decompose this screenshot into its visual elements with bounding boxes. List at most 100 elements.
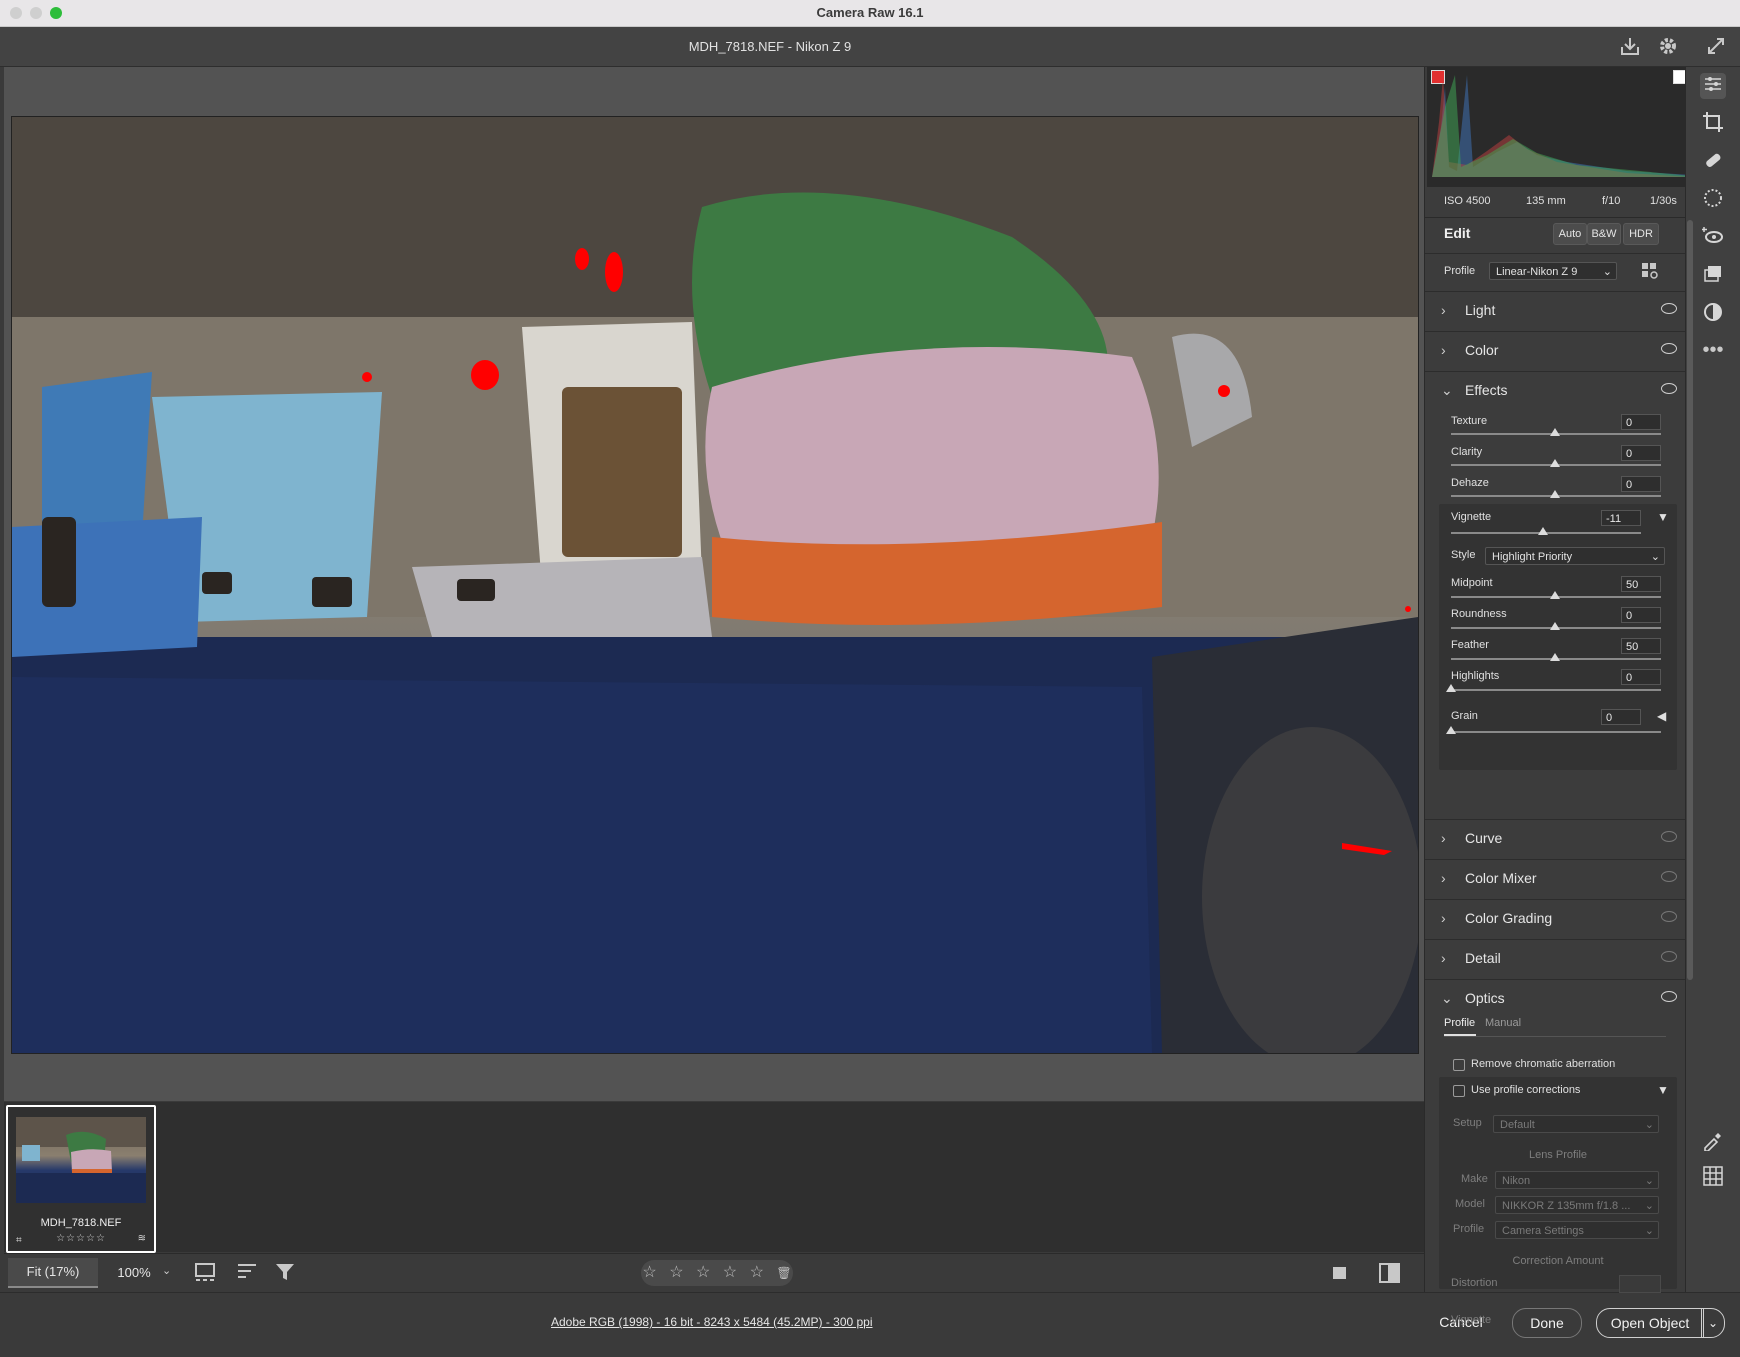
- expand-triangle-icon[interactable]: ◀: [1657, 709, 1666, 723]
- lens-profile-dropdown[interactable]: Camera Settings ⌄: [1495, 1221, 1659, 1239]
- histogram[interactable]: [1427, 67, 1699, 187]
- midpoint-thumb[interactable]: [1550, 591, 1560, 599]
- setup-dropdown[interactable]: Default ⌄: [1493, 1115, 1659, 1133]
- more-options-icon[interactable]: •••: [1700, 337, 1726, 363]
- roundness-value[interactable]: 0: [1621, 607, 1661, 623]
- dehaze-value[interactable]: 0: [1621, 476, 1661, 492]
- collapse-triangle-icon[interactable]: ▼: [1657, 1083, 1669, 1097]
- section-optics[interactable]: ⌄ Optics: [1425, 979, 1687, 1016]
- vignette-value[interactable]: -11: [1601, 510, 1641, 526]
- settings-gear-icon[interactable]: [1656, 35, 1680, 59]
- dehaze-thumb[interactable]: [1550, 490, 1560, 498]
- grid-overlay-icon[interactable]: [1700, 1165, 1726, 1191]
- optics-tab-manual[interactable]: Manual: [1485, 1017, 1521, 1029]
- midpoint-value[interactable]: 50: [1621, 576, 1661, 592]
- workflow-options-link[interactable]: Adobe RGB (1998) - 16 bit - 8243 x 5484 …: [551, 1315, 873, 1329]
- section-curve[interactable]: › Curve: [1425, 819, 1687, 856]
- roundness-thumb[interactable]: [1550, 622, 1560, 630]
- photo-preview[interactable]: [11, 116, 1419, 1054]
- slider-texture[interactable]: Texture 0: [1425, 411, 1687, 439]
- masking-icon[interactable]: [1700, 187, 1726, 213]
- red-eye-icon[interactable]: [1700, 225, 1726, 251]
- zoom-100-button[interactable]: 100%: [104, 1258, 164, 1288]
- profile-browser-icon[interactable]: [1641, 262, 1659, 280]
- done-button[interactable]: Done: [1512, 1308, 1582, 1338]
- optics-tab-profile[interactable]: Profile: [1444, 1017, 1475, 1029]
- visibility-eye-icon[interactable]: [1661, 911, 1677, 922]
- slider-clarity[interactable]: Clarity 0: [1425, 442, 1687, 470]
- grain-track[interactable]: [1451, 731, 1661, 733]
- fit-zoom-button[interactable]: Fit (17%): [8, 1258, 98, 1288]
- slider-grain[interactable]: Grain 0 ◀: [1439, 707, 1677, 737]
- feather-thumb[interactable]: [1550, 653, 1560, 661]
- make-dropdown[interactable]: Nikon ⌄: [1495, 1171, 1659, 1189]
- view-mode-icon[interactable]: [1330, 1263, 1350, 1283]
- remove-ca-checkbox[interactable]: [1453, 1059, 1465, 1071]
- before-after-icon[interactable]: [1378, 1262, 1402, 1284]
- hdr-button[interactable]: HDR: [1623, 223, 1659, 245]
- section-color-grading[interactable]: › Color Grading: [1425, 899, 1687, 936]
- edit-sliders-icon[interactable]: [1700, 73, 1726, 99]
- sort-icon[interactable]: [236, 1261, 260, 1285]
- texture-thumb[interactable]: [1550, 428, 1560, 436]
- collapse-triangle-icon[interactable]: ▼: [1657, 510, 1669, 524]
- grain-value[interactable]: 0: [1601, 709, 1641, 725]
- crop-rotate-icon[interactable]: [1700, 111, 1726, 137]
- profile-dropdown[interactable]: Linear-Nikon Z 9 ⌄: [1489, 262, 1617, 280]
- auto-button[interactable]: Auto: [1553, 223, 1587, 245]
- texture-value[interactable]: 0: [1621, 414, 1661, 430]
- model-dropdown[interactable]: NIKKOR Z 135mm f/1.8 ... ⌄: [1495, 1196, 1659, 1214]
- clarity-value[interactable]: 0: [1621, 445, 1661, 461]
- slider-roundness[interactable]: Roundness 0: [1439, 605, 1677, 633]
- distortion-value[interactable]: [1619, 1275, 1661, 1293]
- style-dropdown[interactable]: Highlight Priority ⌄: [1485, 547, 1665, 565]
- slider-midpoint[interactable]: Midpoint 50: [1439, 574, 1677, 602]
- thumbnail-rating[interactable]: ☆☆☆☆☆: [8, 1233, 154, 1244]
- slider-feather[interactable]: Feather 50: [1439, 636, 1677, 664]
- save-icon[interactable]: [1618, 35, 1642, 59]
- section-color[interactable]: › Color: [1425, 331, 1687, 368]
- vignette-thumb[interactable]: [1538, 527, 1548, 535]
- clarity-thumb[interactable]: [1550, 459, 1560, 467]
- fullscreen-icon[interactable]: [1704, 35, 1728, 59]
- section-color-mixer[interactable]: › Color Mixer: [1425, 859, 1687, 896]
- use-profile-corrections-checkbox[interactable]: [1453, 1085, 1465, 1097]
- filmstrip-view-icon[interactable]: [194, 1261, 218, 1285]
- color-sampler-icon[interactable]: [1700, 1129, 1726, 1155]
- highlights-value[interactable]: 0: [1621, 669, 1661, 685]
- slider-vignette[interactable]: Vignette -11 ▼: [1439, 508, 1677, 538]
- feather-value[interactable]: 50: [1621, 638, 1661, 654]
- edited-indicator-icon: ≋: [137, 1233, 146, 1244]
- healing-bandage-icon[interactable]: [1700, 149, 1726, 175]
- chevron-down-icon: ⌄: [1644, 1175, 1654, 1187]
- panel-scrollbar[interactable]: [1687, 220, 1693, 980]
- section-detail[interactable]: › Detail: [1425, 939, 1687, 976]
- visibility-eye-icon[interactable]: [1661, 951, 1677, 962]
- visibility-eye-icon[interactable]: [1661, 831, 1677, 842]
- visibility-eye-icon[interactable]: [1661, 991, 1677, 1002]
- delete-icon[interactable]: 🗑: [776, 1266, 791, 1280]
- filter-icon[interactable]: [274, 1261, 298, 1285]
- slider-dehaze[interactable]: Dehaze 0: [1425, 473, 1687, 501]
- clarity-label: Clarity: [1451, 446, 1483, 458]
- slider-highlights[interactable]: Highlights 0: [1439, 667, 1677, 695]
- zoom-dropdown-chevron-icon[interactable]: ⌄: [162, 1264, 171, 1277]
- rating-stars[interactable]: ☆ ☆ ☆ ☆ ☆ 🗑: [641, 1260, 793, 1286]
- filmstrip-thumbnail[interactable]: ⌗ MDH_7818.NEF ☆☆☆☆☆ ≋: [6, 1105, 156, 1253]
- section-effects[interactable]: ⌄ Effects: [1425, 371, 1687, 408]
- highlights-thumb[interactable]: [1446, 684, 1456, 692]
- bw-button[interactable]: B&W: [1587, 223, 1621, 245]
- highlights-track[interactable]: [1451, 689, 1661, 691]
- section-light[interactable]: › Light: [1425, 291, 1687, 328]
- snapshots-icon[interactable]: [1700, 263, 1726, 289]
- visibility-eye-icon[interactable]: [1661, 383, 1677, 394]
- open-options-chevron-icon[interactable]: ⌄: [1701, 1308, 1725, 1338]
- presets-icon[interactable]: [1700, 301, 1726, 327]
- visibility-eye-icon[interactable]: [1661, 303, 1677, 314]
- grain-thumb[interactable]: [1446, 726, 1456, 734]
- image-canvas[interactable]: [4, 67, 1424, 1101]
- edit-header: Edit Auto B&W HDR: [1425, 217, 1705, 248]
- visibility-eye-icon[interactable]: [1661, 343, 1677, 354]
- open-object-button[interactable]: Open Object: [1596, 1308, 1704, 1338]
- visibility-eye-icon[interactable]: [1661, 871, 1677, 882]
